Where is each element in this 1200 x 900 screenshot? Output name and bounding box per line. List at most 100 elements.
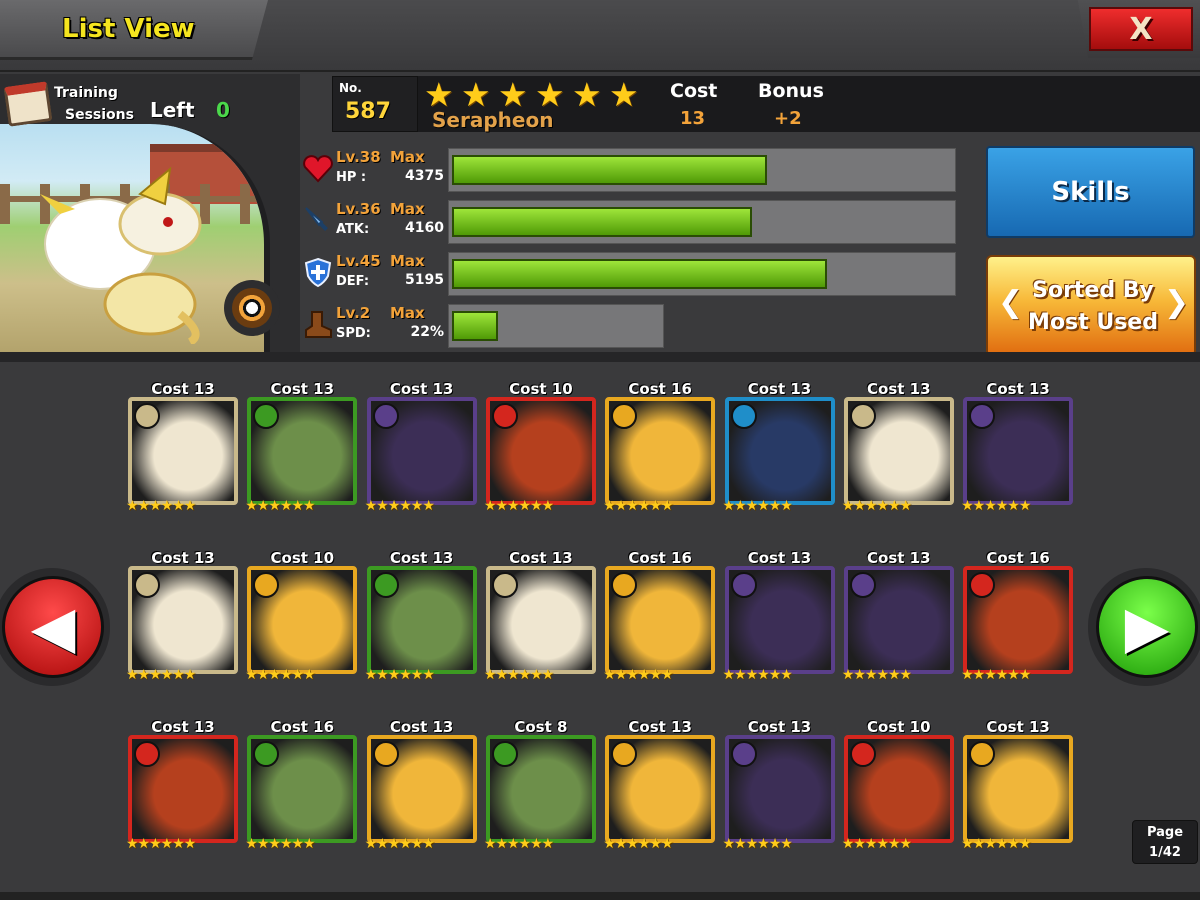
close-button[interactable]: X [1077, 0, 1200, 58]
card-cost: Cost 13 [867, 380, 931, 398]
card-frame[interactable] [128, 735, 238, 843]
card-frame[interactable] [724, 397, 835, 505]
card-frame[interactable] [247, 397, 358, 505]
cost-value: 13 [680, 108, 706, 129]
card-frame[interactable] [366, 735, 477, 843]
arrow-right-icon[interactable]: ▶ [1096, 576, 1198, 678]
card-frame[interactable] [247, 735, 358, 843]
card-frame[interactable] [605, 566, 716, 674]
number-value: 587 [345, 99, 391, 124]
monster-card[interactable]: Cost 13 ★★★★★★ [365, 718, 479, 852]
skills-button[interactable]: Skills [986, 146, 1195, 238]
dark-element-icon [372, 403, 399, 429]
card-frame[interactable] [605, 735, 716, 843]
element-badge [224, 280, 280, 336]
card-rarity-stars: ★★★★★★ [603, 836, 673, 852]
dark-element-icon [730, 741, 757, 767]
card-rarity-stars: ★★★★★★ [483, 836, 554, 852]
bonus-value: +2 [774, 108, 802, 129]
card-cost: Cost 13 [747, 549, 812, 567]
electric-element-icon [611, 572, 638, 598]
training-label: Training Sessions [54, 82, 134, 126]
chevron-right-icon[interactable]: ❯ [1164, 285, 1189, 320]
arrow-left-icon[interactable]: ◀ [2, 576, 104, 678]
monster-card[interactable]: Cost 13 ★★★★★★ [126, 718, 240, 852]
training-sessions: Training Sessions Left 0 [0, 80, 290, 127]
monster-card[interactable]: Cost 10 ★★★★★★ [842, 718, 956, 852]
card-frame[interactable] [724, 735, 835, 843]
monster-card[interactable]: Cost 13 ★★★★★★ [723, 380, 837, 514]
stat-value: 5195 [405, 272, 444, 288]
card-frame[interactable] [724, 566, 835, 674]
prev-page-button[interactable]: ◀ [0, 568, 110, 686]
card-frame[interactable] [247, 566, 358, 674]
card-cost: Cost 16 [628, 549, 692, 567]
card-rarity-stars: ★★★★★★ [245, 836, 315, 852]
card-frame[interactable] [128, 566, 238, 674]
card-frame[interactable] [963, 566, 1074, 674]
monster-card[interactable]: Cost 16 ★★★★★★ [245, 718, 359, 852]
sort-button[interactable]: ❮ Sorted By Most Used ❯ [986, 255, 1196, 357]
card-frame[interactable] [963, 397, 1074, 505]
next-page-button[interactable]: ▶ [1088, 568, 1200, 686]
card-frame[interactable] [366, 397, 477, 505]
card-frame[interactable] [485, 397, 596, 505]
monster-card[interactable]: Cost 13 ★★★★★★ [961, 718, 1075, 852]
card-rarity-stars: ★★★★★★ [722, 836, 793, 852]
monster-card[interactable]: Cost 13 ★★★★★★ [723, 549, 837, 683]
card-frame[interactable] [485, 735, 596, 843]
card-frame[interactable] [366, 566, 477, 674]
card-rarity-stars: ★★★★★★ [126, 667, 196, 683]
monster-card[interactable]: Cost 13 ★★★★★★ [126, 380, 240, 514]
card-frame[interactable] [843, 397, 954, 505]
stat-spd: Lv.2 Max SPD: 22% [300, 304, 960, 354]
card-cost: Cost 13 [867, 549, 931, 567]
monster-card[interactable]: Cost 8 ★★★★★★ [484, 718, 598, 852]
card-cost: Cost 13 [389, 380, 454, 398]
monster-card[interactable]: Cost 13 ★★★★★★ [126, 549, 240, 683]
nature-element-icon [491, 741, 518, 767]
monster-card[interactable]: Cost 13 ★★★★★★ [365, 380, 479, 514]
card-frame[interactable] [605, 397, 716, 505]
monster-card[interactable]: Cost 13 ★★★★★★ [723, 718, 837, 852]
page-value: 1/42 [1149, 845, 1181, 860]
monster-card[interactable]: Cost 16 ★★★★★★ [961, 549, 1075, 683]
monster-card[interactable]: Cost 16 ★★★★★★ [603, 380, 717, 514]
card-frame[interactable] [843, 566, 954, 674]
dark-element-icon [969, 403, 996, 429]
monster-info: ★ ★ ★ ★ ★ ★ Serapheon Cost 13 Bonus +2 [418, 76, 1200, 132]
card-frame[interactable] [128, 397, 238, 505]
card-rarity-stars: ★★★★★★ [841, 498, 912, 514]
monster-card[interactable]: Cost 10 ★★★★★★ [484, 380, 598, 514]
monster-card[interactable]: Cost 13 ★★★★★★ [842, 549, 956, 683]
card-frame[interactable] [843, 735, 954, 843]
card-cost: Cost 13 [747, 380, 812, 398]
card-rarity-stars: ★★★★★★ [364, 836, 435, 852]
close-icon[interactable]: X [1089, 7, 1193, 51]
card-rarity-stars: ★★★★★★ [483, 498, 554, 514]
monster-card[interactable]: Cost 10 ★★★★★★ [245, 549, 359, 683]
card-cost: Cost 10 [867, 718, 931, 736]
monster-card[interactable]: Cost 13 ★★★★★★ [365, 549, 479, 683]
card-rarity-stars: ★★★★★★ [126, 498, 196, 514]
hero-panel: Training Sessions Left 0 [0, 74, 300, 352]
monster-card[interactable]: Cost 13 ★★★★★★ [484, 549, 598, 683]
monster-card[interactable]: Cost 13 ★★★★★★ [245, 380, 359, 514]
sort-label-line2: Most Used [1028, 310, 1158, 335]
card-rarity-stars: ★★★★★★ [245, 498, 315, 514]
card-frame[interactable] [485, 566, 596, 674]
neutral-element-icon [134, 403, 160, 429]
card-frame[interactable] [963, 735, 1074, 843]
stat-atk: Lv.36 Max ATK: 4160 [300, 200, 960, 250]
sessions-left-label: Left [150, 98, 195, 122]
page-title: List View [62, 14, 195, 44]
monster-card[interactable]: Cost 13 ★★★★★★ [842, 380, 956, 514]
monster-card[interactable]: Cost 13 ★★★★★★ [603, 718, 717, 852]
neutral-element-icon [232, 288, 272, 328]
boot-icon [305, 311, 332, 338]
sword-icon [305, 207, 328, 231]
star-icon: ★ [424, 75, 454, 114]
monster-card[interactable]: Cost 13 ★★★★★★ [961, 380, 1075, 514]
stat-value: 4160 [405, 220, 444, 236]
monster-card[interactable]: Cost 16 ★★★★★★ [603, 549, 717, 683]
